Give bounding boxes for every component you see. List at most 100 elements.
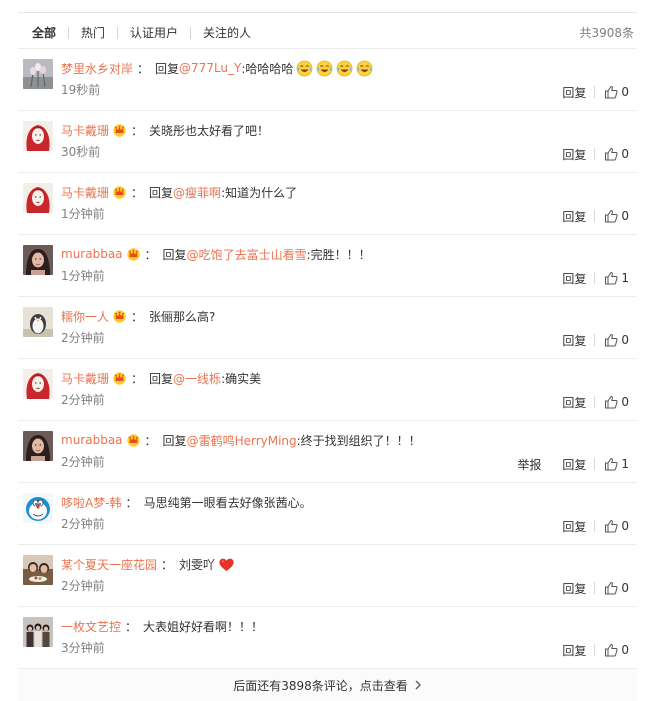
tab-verified[interactable]: 认证用户: [118, 24, 190, 42]
thumbs-up-icon: [604, 85, 618, 99]
like-count: 0: [621, 519, 629, 533]
comment-text: 马思纯第一眼看去好像张茜心。: [143, 495, 312, 510]
comment-list: 梦里水乡对岸 ： 回复 @777Lu_Y :哈哈哈哈 19秒前 回复 0 马卡戴珊…: [18, 48, 637, 669]
like-button[interactable]: 0: [604, 85, 629, 99]
comment-time: 2分钟前: [61, 393, 105, 407]
username-link[interactable]: 糯你一人: [61, 308, 109, 325]
like-button[interactable]: 1: [604, 457, 629, 471]
like-button[interactable]: 0: [604, 519, 629, 533]
action-divider: [594, 86, 596, 98]
colon-separator: ：: [125, 619, 138, 634]
like-count: 1: [621, 271, 629, 285]
reply-button[interactable]: 回复: [562, 394, 586, 411]
comment-time: 2分钟前: [61, 579, 105, 593]
username-link[interactable]: 一枚文艺控: [61, 618, 121, 635]
action-divider: [594, 458, 596, 470]
user-avatar[interactable]: [23, 493, 53, 523]
comment-actions: 回复 0: [562, 208, 629, 224]
user-avatar[interactable]: [23, 617, 53, 647]
colon-separator: ：: [137, 61, 150, 76]
tab-all[interactable]: 全部: [18, 24, 68, 42]
comment-actions: 回复 0: [562, 580, 629, 596]
mention-link[interactable]: @吃饱了去富士山看雪: [187, 246, 307, 263]
comment-line: 马卡戴珊 ： 回复 @瘦菲啊 :知道为什么了: [61, 183, 297, 201]
thumbs-up-icon: [604, 643, 618, 657]
username-link[interactable]: murabbaa: [61, 433, 123, 447]
chevron-right-icon: [414, 680, 422, 690]
user-avatar[interactable]: [23, 307, 53, 337]
reply-button[interactable]: 回复: [562, 208, 586, 225]
like-count: 0: [621, 85, 629, 99]
like-button[interactable]: 0: [604, 147, 629, 161]
vip-crown-icon[interactable]: [112, 371, 127, 385]
like-button[interactable]: 1: [604, 271, 629, 285]
username-link[interactable]: 某个夏天一座花园: [61, 556, 157, 573]
user-avatar[interactable]: [23, 59, 53, 89]
like-button[interactable]: 0: [604, 209, 629, 223]
like-button[interactable]: 0: [604, 333, 629, 347]
comment-time: 19秒前: [61, 83, 101, 97]
tab-following[interactable]: 关注的人: [191, 24, 263, 42]
reply-prefix: 回复: [162, 433, 187, 448]
action-divider: [594, 520, 596, 532]
user-avatar[interactable]: [23, 555, 53, 585]
reply-prefix: 回复: [149, 371, 174, 386]
tab-hot[interactable]: 热门: [69, 24, 117, 42]
load-more-link[interactable]: 后面还有3898条评论，点击查看: [233, 677, 422, 694]
reply-button[interactable]: 回复: [562, 580, 586, 597]
username-link[interactable]: murabbaa: [61, 247, 123, 261]
reply-button[interactable]: 回复: [562, 332, 586, 349]
username-link[interactable]: 马卡戴珊: [61, 122, 109, 139]
mention-link[interactable]: @777Lu_Y: [179, 61, 241, 75]
top-divider: [18, 12, 637, 13]
colon-separator: ：: [131, 123, 144, 138]
action-divider: [594, 272, 596, 284]
like-count: 0: [621, 147, 629, 161]
reply-button[interactable]: 回复: [562, 456, 586, 473]
vip-crown-icon[interactable]: [126, 433, 141, 447]
like-button[interactable]: 0: [604, 643, 629, 657]
comment-text: :哈哈哈哈: [241, 61, 294, 76]
comment-actions: 举报 回复 1: [517, 456, 629, 472]
comment-text: 刘雯吖: [179, 557, 216, 572]
comment-line: murabbaa ： 回复 @雷鹤鸣HerryMing :终于找到组织了！！！: [61, 431, 421, 449]
mention-link[interactable]: @一线栎: [173, 370, 221, 387]
like-count: 0: [621, 333, 629, 347]
comment-item: 一枚文艺控 ： 大表姐好好看啊！！！ 3分钟前 回复 0: [18, 607, 637, 669]
username-link[interactable]: 哆啦A梦-韩: [61, 494, 122, 511]
filter-tabs: 全部 热门 认证用户 关注的人: [18, 24, 263, 42]
comment-actions: 回复 0: [562, 84, 629, 100]
comment-line: 某个夏天一座花园 ： 刘雯吖: [61, 555, 235, 573]
load-more-label: 后面还有3898条评论，点击查看: [233, 678, 408, 693]
user-avatar[interactable]: [23, 431, 53, 461]
user-avatar[interactable]: [23, 121, 53, 151]
like-button[interactable]: 0: [604, 395, 629, 409]
vip-crown-icon[interactable]: [112, 123, 127, 137]
vip-crown-icon[interactable]: [126, 247, 141, 261]
thumbs-up-icon: [604, 147, 618, 161]
like-button[interactable]: 0: [604, 581, 629, 595]
like-count: 1: [621, 457, 629, 471]
user-avatar[interactable]: [23, 245, 53, 275]
mention-link[interactable]: @雷鹤鸣HerryMing: [187, 432, 297, 449]
report-button[interactable]: 举报: [517, 456, 541, 473]
reply-button[interactable]: 回复: [562, 146, 586, 163]
reply-button[interactable]: 回复: [562, 518, 586, 535]
user-avatar[interactable]: [23, 183, 53, 213]
reply-button[interactable]: 回复: [562, 270, 586, 287]
reply-button[interactable]: 回复: [562, 84, 586, 101]
reply-button[interactable]: 回复: [562, 642, 586, 659]
username-link[interactable]: 马卡戴珊: [61, 370, 109, 387]
vip-crown-icon[interactable]: [112, 309, 127, 323]
user-avatar[interactable]: [23, 369, 53, 399]
like-count: 0: [621, 395, 629, 409]
username-link[interactable]: 梦里水乡对岸: [61, 60, 133, 77]
comment-text: 关晓彤也太好看了吧！: [149, 123, 270, 138]
mention-link[interactable]: @瘦菲啊: [173, 184, 221, 201]
username-link[interactable]: 马卡戴珊: [61, 184, 109, 201]
vip-crown-icon[interactable]: [112, 185, 127, 199]
like-count: 0: [621, 581, 629, 595]
colon-separator: ：: [125, 495, 138, 510]
comment-item: 马卡戴珊 ： 关晓彤也太好看了吧！ 30秒前 回复 0: [18, 111, 637, 173]
comment-time: 2分钟前: [61, 455, 105, 469]
